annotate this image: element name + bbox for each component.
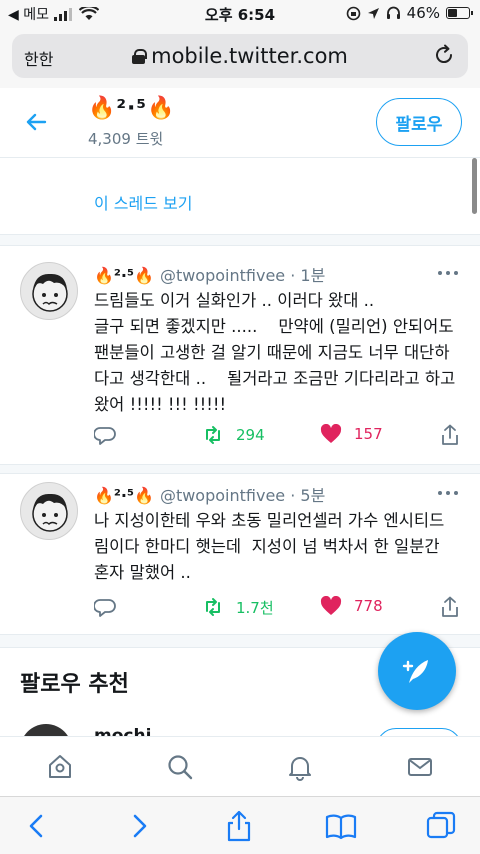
like-button[interactable]: 157 — [320, 424, 383, 444]
more-options-icon[interactable] — [436, 486, 460, 500]
reply-icon — [94, 599, 116, 617]
avatar[interactable] — [20, 482, 78, 540]
retweet-button[interactable]: 1.7천 — [202, 596, 274, 618]
recommend-follow-button[interactable] — [376, 728, 462, 736]
avatar-drawing-icon — [32, 493, 68, 532]
tweet-count: 4,309 트윗 — [88, 130, 164, 148]
search-icon[interactable] — [166, 753, 194, 781]
heart-icon — [320, 596, 342, 615]
browser-forward-icon[interactable] — [122, 809, 156, 843]
tweet-text: 드림들도 이거 실화인가 .. 이러다 왔대 .. 글구 되면 좋겠지만 ...… — [94, 288, 466, 418]
profile-header: 🔥²·⁵🔥 4,309 트윗 팔로우 — [0, 88, 480, 158]
headphones-icon — [386, 6, 400, 19]
tweet-time: · 1분 — [290, 266, 326, 285]
tweet-line: 혼자 말했어 .. — [94, 563, 191, 582]
tweet-line: 글구 되면 좋겠지만 ..... 만약에 (밀리언) 안되어도 — [94, 317, 454, 336]
tweet-text: 나 지성이한테 우와 초동 밀리언셀러 가수 엔시티드 림이다 한마디 햇는데 … — [94, 508, 466, 586]
browser-back-icon[interactable] — [20, 809, 54, 843]
retweet-button[interactable]: 294 — [202, 424, 265, 446]
reply-button[interactable] — [94, 596, 116, 618]
tabs-icon[interactable] — [424, 809, 458, 843]
url-text: mobile.twitter.com — [151, 44, 348, 68]
notifications-bell-icon[interactable] — [286, 753, 314, 781]
tweet-card[interactable]: 🔥²·⁵🔥 @twopointfivee · 5분 나 지성이한테 우와 초동 밀… — [0, 474, 480, 634]
follow-recommendations-title: 팔로우 추천 — [20, 672, 129, 697]
author-handle[interactable]: @twopointfivee — [160, 486, 285, 505]
retweet-icon — [206, 598, 220, 616]
retweet-count: 294 — [236, 426, 265, 444]
scrollbar[interactable] — [472, 158, 477, 214]
battery-fill — [448, 9, 458, 17]
tweet-line: 팬분들이 고생한 걸 알기 때문에 지금도 너무 대단하 — [94, 343, 450, 362]
status-right: 46% — [346, 4, 473, 22]
like-count: 778 — [354, 597, 383, 615]
reply-button[interactable] — [94, 424, 116, 446]
bookmarks-book-icon[interactable] — [324, 809, 358, 843]
avatar-drawing-icon — [32, 273, 68, 312]
address-bar[interactable]: 한한 mobile.twitter.com — [12, 34, 468, 78]
show-thread-link[interactable]: 이 스레드 보기 — [94, 190, 193, 214]
retweet-count: 1.7천 — [236, 598, 274, 617]
tweet-line: 다고 생각한대 .. 될거라고 조금만 기다리라고 하고 — [94, 369, 456, 388]
browser-toolbar: 한한 mobile.twitter.com — [0, 28, 480, 88]
tweet-header: 🔥²·⁵🔥 @twopointfivee · 1분 — [94, 262, 325, 286]
reload-icon[interactable] — [432, 43, 456, 67]
url-display[interactable]: mobile.twitter.com — [12, 44, 468, 68]
recommended-user-name[interactable]: mochi — [94, 726, 151, 736]
divider — [0, 234, 480, 246]
tweet-line: 왔어 !!!!! !!! !!!!! — [94, 395, 227, 414]
like-button[interactable]: 778 — [320, 596, 383, 616]
battery-icon — [446, 7, 473, 19]
author-name[interactable]: 🔥²·⁵🔥 — [94, 266, 154, 285]
tweet-card[interactable]: 🔥²·⁵🔥 @twopointfivee · 1분 드림들도 이거 실화인가 ..… — [0, 248, 480, 464]
heart-icon — [320, 424, 342, 443]
bottom-navigation — [0, 736, 480, 796]
messages-envelope-icon[interactable] — [406, 753, 434, 781]
share-icon[interactable] — [440, 424, 460, 446]
reply-icon — [94, 427, 116, 445]
battery-percent: 46% — [406, 4, 440, 22]
tweet-line: 드림들도 이거 실화인가 .. 이러다 왔대 .. — [94, 291, 375, 310]
compose-feather-icon — [402, 660, 428, 683]
tweet-header: 🔥²·⁵🔥 @twopointfivee · 5분 — [94, 482, 325, 506]
divider — [0, 464, 480, 474]
tweet-time: · 5분 — [290, 486, 326, 505]
share-sheet-icon[interactable] — [222, 809, 256, 843]
follow-button[interactable]: 팔로우 — [376, 98, 462, 146]
back-arrow-icon[interactable] — [24, 110, 48, 134]
avatar[interactable] — [20, 724, 72, 736]
author-handle[interactable]: @twopointfivee — [160, 266, 285, 285]
share-icon[interactable] — [440, 596, 460, 618]
author-name[interactable]: 🔥²·⁵🔥 — [94, 486, 154, 505]
tweet-line: 림이다 한마디 햇는데 지성이 넘 벅차서 한 일분간 — [94, 537, 440, 556]
status-bar: ◀ 메모 오후 6:54 46% — [0, 0, 480, 28]
more-options-icon[interactable] — [436, 266, 460, 280]
tweet-actions: 294 157 — [94, 424, 466, 448]
profile-name: 🔥²·⁵🔥 — [88, 96, 176, 121]
browser-bottom-toolbar — [0, 796, 480, 854]
orientation-lock-icon — [346, 6, 360, 20]
home-icon[interactable] — [46, 753, 74, 781]
retweet-icon — [206, 426, 220, 444]
avatar[interactable] — [20, 262, 78, 320]
like-count: 157 — [354, 425, 383, 443]
lock-icon — [132, 49, 148, 64]
compose-tweet-button[interactable] — [378, 632, 456, 710]
tweet-line: 나 지성이한테 우와 초동 밀리언셀러 가수 엔시티드 — [94, 511, 445, 530]
location-icon — [367, 7, 379, 19]
tweet-actions: 1.7천 778 — [94, 596, 466, 620]
